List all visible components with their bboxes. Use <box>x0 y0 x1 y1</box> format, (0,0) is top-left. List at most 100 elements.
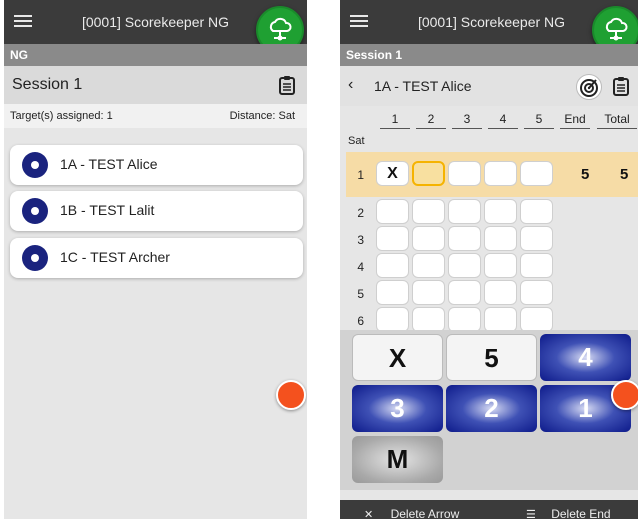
target-icon <box>22 198 48 224</box>
key-2[interactable]: 2 <box>446 385 537 432</box>
event-subbar: NG <box>4 44 307 66</box>
arrow-cell[interactable] <box>412 199 445 224</box>
arrow-cell[interactable] <box>412 253 445 278</box>
arrow-cell[interactable] <box>448 161 481 186</box>
running-total: 5 <box>620 166 629 183</box>
column-underline <box>380 128 410 129</box>
delete-arrow-button[interactable]: ✕ Delete Arrow <box>364 507 459 519</box>
app-title: [0001] Scorekeeper NG <box>417 14 566 30</box>
arrow-cell[interactable] <box>520 161 553 186</box>
arrow-cell[interactable] <box>412 280 445 305</box>
arrow-cell[interactable] <box>484 226 517 251</box>
arrow-cell[interactable] <box>376 226 409 251</box>
column-header: 3 <box>463 112 471 126</box>
column-underline <box>416 128 446 129</box>
end-number: 5 <box>357 287 364 301</box>
archer-card[interactable]: 1B - TEST Lalit <box>10 191 303 231</box>
arrow-cell[interactable] <box>484 199 517 224</box>
arrow-cell[interactable] <box>484 161 517 186</box>
hamburger-menu-icon[interactable] <box>348 12 370 32</box>
end-number: 4 <box>357 260 364 274</box>
target-arrow-icon <box>580 79 598 97</box>
app-title: [0001] Scorekeeper NG <box>81 14 230 30</box>
clipboard-icon[interactable] <box>278 75 296 95</box>
column-underline <box>560 128 590 129</box>
column-header: 2 <box>427 112 435 126</box>
arrow-cell-active[interactable] <box>412 161 445 186</box>
floating-action-button[interactable] <box>611 380 638 410</box>
score-keypad: X 5 4 3 2 1 M <box>340 330 638 490</box>
arrow-cell[interactable]: X <box>376 161 409 186</box>
target-icon <box>22 245 48 271</box>
arrow-cell[interactable] <box>376 199 409 224</box>
column-header-end: End <box>564 112 586 126</box>
arrow-cell[interactable] <box>412 307 445 332</box>
column-underline <box>488 128 518 129</box>
delete-end-button[interactable]: ☰ Delete End <box>526 507 611 519</box>
arrow-cell[interactable] <box>520 307 553 332</box>
targets-assigned: Target(s) assigned: 1 <box>10 110 113 122</box>
column-header: 4 <box>499 112 507 126</box>
archer-name: 1C - TEST Archer <box>60 249 170 265</box>
delete-arrow-label: Delete Arrow <box>390 507 460 519</box>
arrow-cell[interactable] <box>448 280 481 305</box>
end-score: 5 <box>581 166 590 183</box>
arrow-cell[interactable] <box>520 253 553 278</box>
column-underline <box>452 128 482 129</box>
scoring-screen: [0001] Scorekeeper NG Session 1 ‹ 1A - T… <box>340 0 638 519</box>
arrow-cell[interactable] <box>376 307 409 332</box>
distance-label: Sat <box>348 135 365 147</box>
end-number: 2 <box>357 206 364 220</box>
archer-name: 1A - TEST Alice <box>60 156 158 172</box>
archer-header: ‹ 1A - TEST Alice <box>340 66 638 106</box>
archer-header-name: 1A - TEST Alice <box>374 78 472 94</box>
arrow-cell[interactable] <box>376 253 409 278</box>
target-icon <box>22 152 48 178</box>
floating-action-button[interactable] <box>276 380 306 410</box>
end-number: 3 <box>357 233 364 247</box>
distance-label: Distance: Sat <box>229 110 295 122</box>
session-title: Session 1 <box>12 76 83 93</box>
clipboard-icon[interactable] <box>612 76 630 96</box>
arrow-cell[interactable] <box>520 226 553 251</box>
archer-list-screen: [0001] Scorekeeper NG NG Session 1 Targe… <box>4 0 307 519</box>
arrow-cell[interactable] <box>376 280 409 305</box>
end-number: 1 <box>357 168 364 182</box>
column-header: 5 <box>535 112 543 126</box>
column-underline <box>597 128 637 129</box>
arrow-cell[interactable] <box>412 226 445 251</box>
key-x[interactable]: X <box>352 334 443 381</box>
archer-card[interactable]: 1A - TEST Alice <box>10 145 303 185</box>
arrow-cell[interactable] <box>520 280 553 305</box>
cloud-sync-icon <box>269 17 292 41</box>
back-arrow-icon[interactable]: ‹ <box>348 76 353 94</box>
key-5[interactable]: 5 <box>446 334 537 381</box>
arrow-cell[interactable] <box>448 253 481 278</box>
end-number: 6 <box>357 314 364 328</box>
column-header-total: Total <box>604 112 630 126</box>
session-subbar: Session 1 <box>340 44 638 66</box>
target-view-button[interactable] <box>576 74 602 100</box>
session-info-row: Target(s) assigned: 1 Distance: Sat <box>4 104 307 128</box>
key-3[interactable]: 3 <box>352 385 443 432</box>
arrow-cell[interactable] <box>520 199 553 224</box>
session-header: Session 1 <box>4 66 307 104</box>
delete-arrow-icon: ✕ <box>364 509 374 519</box>
arrow-cell[interactable] <box>448 226 481 251</box>
column-header: 1 <box>391 112 399 126</box>
key-miss[interactable]: M <box>352 436 443 483</box>
delete-end-icon: ☰ <box>526 509 536 519</box>
bottom-action-bar: ✕ Delete Arrow ☰ Delete End <box>340 500 638 519</box>
arrow-cell[interactable] <box>484 307 517 332</box>
arrow-cell[interactable] <box>448 199 481 224</box>
key-4[interactable]: 4 <box>540 334 631 381</box>
column-underline <box>524 128 554 129</box>
cloud-sync-icon <box>605 17 628 41</box>
archer-card[interactable]: 1C - TEST Archer <box>10 238 303 278</box>
arrow-cell[interactable] <box>484 280 517 305</box>
arrow-cell[interactable] <box>448 307 481 332</box>
archer-name: 1B - TEST Lalit <box>60 202 155 218</box>
hamburger-menu-icon[interactable] <box>12 12 34 32</box>
delete-end-label: Delete End <box>551 507 611 519</box>
arrow-cell[interactable] <box>484 253 517 278</box>
